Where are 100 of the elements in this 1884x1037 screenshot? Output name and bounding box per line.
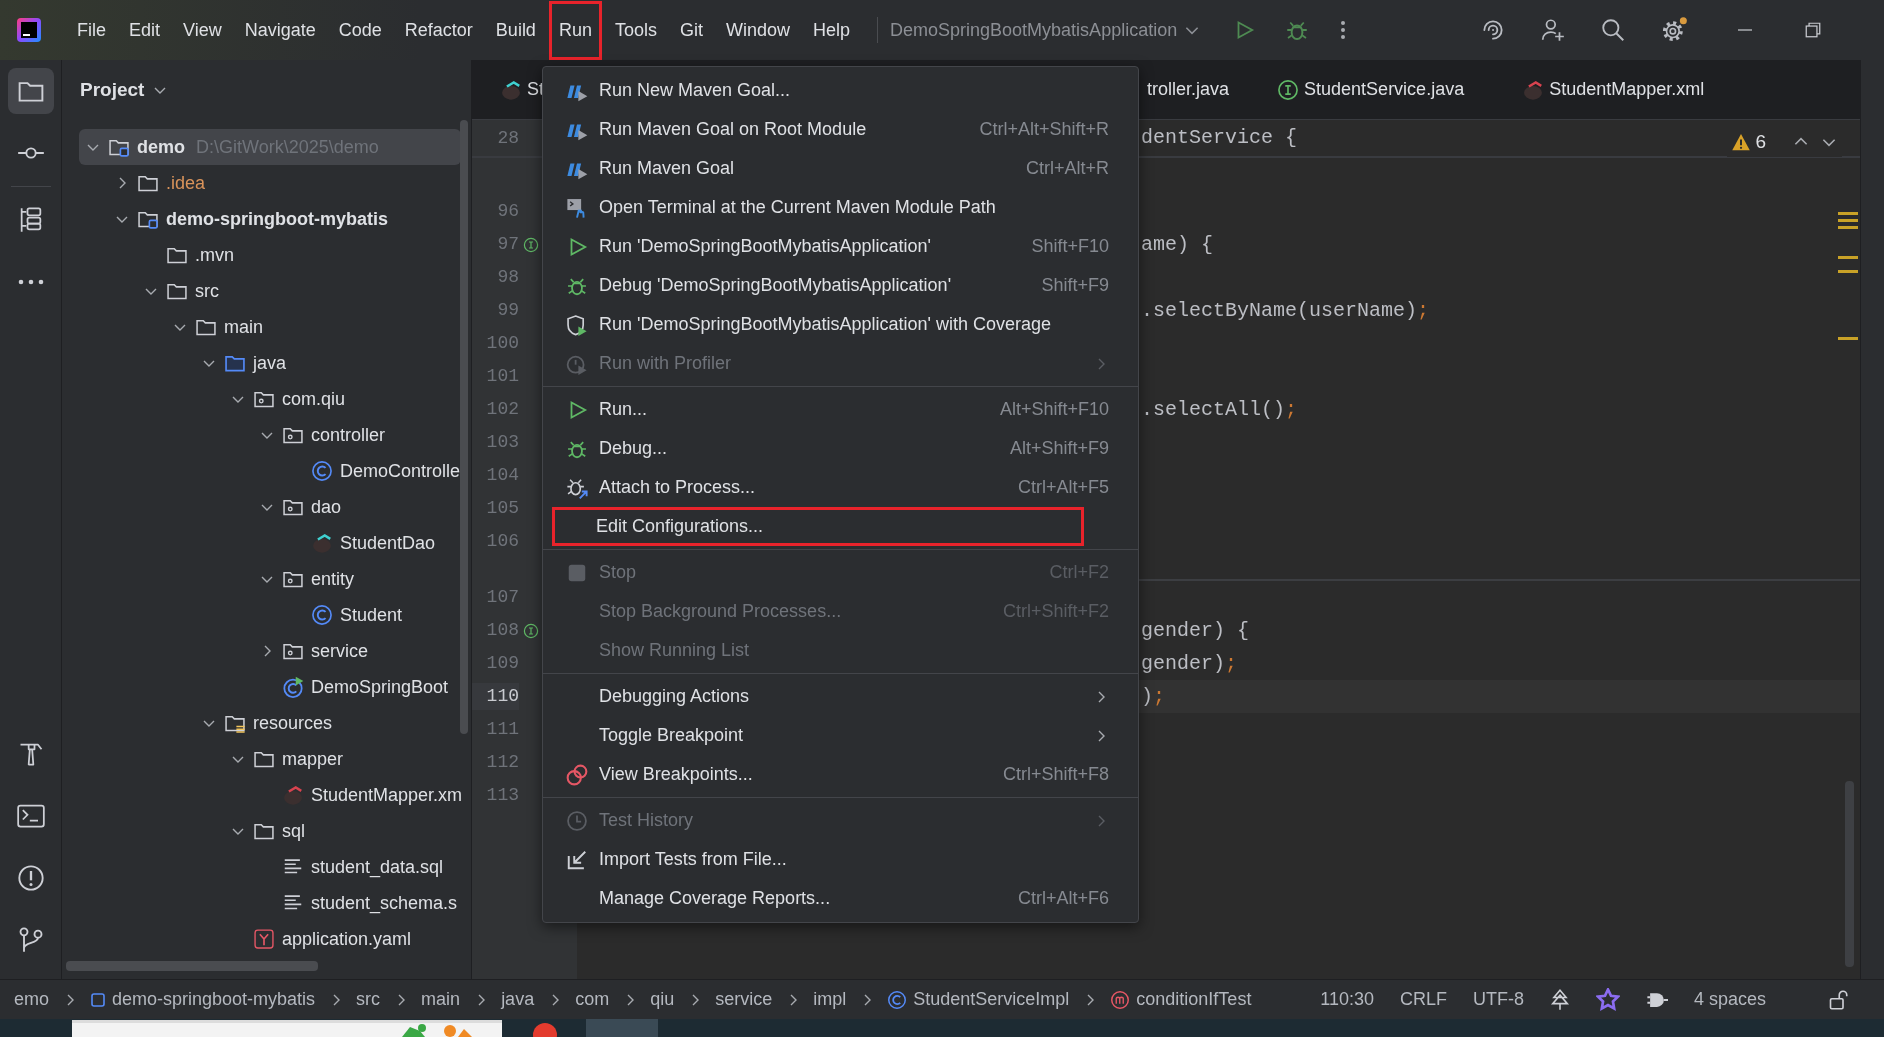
menu-item[interactable]: Navigate bbox=[234, 9, 326, 51]
menu-item[interactable]: Run... Alt+Shift+F10 bbox=[543, 390, 1138, 429]
class-icon bbox=[282, 676, 304, 698]
tree-item[interactable]: StudentDao bbox=[79, 525, 461, 561]
menu-item[interactable]: Toggle Breakpoint bbox=[543, 716, 1138, 755]
cursor-position[interactable]: 110:30 bbox=[1320, 986, 1374, 1013]
indent-selector[interactable]: 4 spaces bbox=[1693, 986, 1766, 1013]
menu-item[interactable]: Import Tests from File... bbox=[543, 840, 1138, 879]
code-line: gender); bbox=[1141, 650, 1238, 677]
editor-tab[interactable]: StudentMapper.xml bbox=[1522, 60, 1705, 119]
menu-item[interactable]: Open Terminal at the Current Maven Module Path bbox=[543, 188, 1138, 227]
run-configuration-selector[interactable]: DemoSpringBootMybatisApplication bbox=[890, 16, 1202, 44]
tree-item[interactable]: sql bbox=[79, 813, 461, 849]
tree-item[interactable]: application.yaml bbox=[79, 921, 461, 957]
tree-item[interactable]: com.qiu bbox=[79, 381, 461, 417]
breadcrumb-item[interactable]: conditionIfTest bbox=[1110, 986, 1252, 1013]
menu-item[interactable]: View bbox=[173, 9, 232, 51]
tree-item[interactable]: DemoControlle bbox=[79, 453, 461, 489]
shortcut-label: Alt+Shift+F9 bbox=[1009, 437, 1109, 460]
tree-item[interactable]: resources bbox=[79, 705, 461, 741]
tree-item[interactable]: demo-springboot-mybatis bbox=[79, 201, 461, 237]
line-number: 110 bbox=[472, 683, 519, 710]
settings-icon bbox=[1660, 16, 1688, 44]
menu-item[interactable]: Tools bbox=[604, 9, 667, 51]
breadcrumb-item[interactable]: StudentServiceImpl bbox=[887, 986, 1070, 1013]
bug-icon bbox=[566, 476, 588, 499]
tree-item[interactable]: controller bbox=[79, 417, 461, 453]
terminal-icon bbox=[16, 804, 45, 828]
breadcrumb-item[interactable]: main bbox=[421, 986, 461, 1013]
menu-item[interactable]: View Breakpoints... Ctrl+Shift+F8 bbox=[543, 755, 1138, 794]
menu-item[interactable]: Run 'DemoSpringBootMybatisApplication' with Coverage bbox=[543, 305, 1138, 344]
menu-item[interactable]: Window bbox=[715, 9, 800, 51]
menu-item[interactable]: File bbox=[67, 9, 116, 51]
breadcrumb-item[interactable]: com bbox=[575, 986, 610, 1013]
tree-item[interactable]: entity bbox=[79, 561, 461, 597]
menu-item[interactable]: Run 'DemoSpringBootMybatisApplication' Shift+F10 bbox=[543, 227, 1138, 266]
class-icon bbox=[311, 460, 333, 482]
tree-item[interactable]: .idea bbox=[79, 165, 461, 201]
breadcrumb-item[interactable]: qiu bbox=[650, 986, 675, 1013]
tree-item[interactable]: student_schema.s bbox=[79, 885, 461, 921]
menu-item[interactable]: Refactor bbox=[394, 9, 483, 51]
search-icon bbox=[1600, 17, 1626, 43]
tree-item[interactable]: dao bbox=[79, 489, 461, 525]
interface-icon bbox=[1277, 78, 1300, 101]
gutter-marker-icon bbox=[523, 236, 539, 253]
editor-tab[interactable]: troller.java bbox=[1147, 60, 1230, 119]
menu-item[interactable]: Manage Coverage Reports... Ctrl+Alt+F6 bbox=[543, 879, 1138, 918]
menu-item[interactable]: Run New Maven Goal... bbox=[543, 71, 1138, 110]
warning-counter[interactable]: 6 bbox=[1731, 128, 1766, 157]
editor-tab[interactable]: StudentService.java bbox=[1277, 60, 1465, 119]
encoding-selector[interactable]: UTF-8 bbox=[1472, 986, 1524, 1013]
tree-item[interactable]: java bbox=[79, 345, 461, 381]
clock-icon bbox=[566, 809, 588, 832]
breadcrumb-item[interactable]: src bbox=[356, 986, 381, 1013]
menu-item[interactable]: Edit bbox=[119, 9, 171, 51]
shortcut-label: Ctrl+Alt+F5 bbox=[1017, 476, 1109, 499]
scrollbar-thumb[interactable] bbox=[66, 961, 318, 971]
menu-item[interactable]: Run bbox=[548, 0, 602, 60]
menu-item[interactable]: Build bbox=[485, 9, 546, 51]
breadcrumb-item[interactable]: service bbox=[715, 986, 773, 1013]
module-icon bbox=[90, 991, 106, 1008]
breadcrumb-item[interactable]: java bbox=[501, 986, 535, 1013]
problems-icon bbox=[16, 864, 45, 892]
line-number: 28 bbox=[496, 126, 519, 150]
line-number: 109 bbox=[485, 652, 519, 675]
line-number: 111 bbox=[485, 718, 519, 741]
tree-item[interactable]: student_data.sql bbox=[79, 849, 461, 885]
line-separator-selector[interactable]: CRLF bbox=[1399, 986, 1447, 1013]
menu-item[interactable]: Run Maven Goal Ctrl+Alt+R bbox=[543, 149, 1138, 188]
tree-item[interactable]: Student bbox=[79, 597, 461, 633]
more-icon bbox=[17, 278, 44, 286]
breadcrumb-item[interactable]: impl bbox=[813, 986, 847, 1013]
lock-icon bbox=[1828, 989, 1848, 1010]
menu-item[interactable]: Edit Configurations... bbox=[552, 507, 1084, 546]
tree-item[interactable]: service bbox=[79, 633, 461, 669]
menu-item[interactable]: Git bbox=[669, 9, 713, 51]
menu-item[interactable]: Help bbox=[803, 9, 861, 51]
tree-item[interactable]: StudentMapper.xm bbox=[79, 777, 461, 813]
star-icon bbox=[1595, 987, 1620, 1012]
warning-icon bbox=[1731, 132, 1752, 153]
menu-item[interactable]: Attach to Process... Ctrl+Alt+F5 bbox=[543, 468, 1138, 507]
menu-item[interactable]: Run Maven Goal on Root Module Ctrl+Alt+Shift+R bbox=[543, 110, 1138, 149]
tree-item[interactable]: .mvn bbox=[79, 237, 461, 273]
code-line: .selectAll(); bbox=[1141, 396, 1298, 423]
menu-item[interactable]: Debug... Alt+Shift+F9 bbox=[543, 429, 1138, 468]
line-number: 112 bbox=[485, 751, 519, 774]
breadcrumb-item[interactable]: demo-springboot-mybatis bbox=[90, 986, 316, 1013]
tree-item[interactable]: main bbox=[79, 309, 461, 345]
line-number: 105 bbox=[485, 497, 519, 520]
shortcut-label: Alt+Shift+F10 bbox=[999, 398, 1109, 421]
menu-item[interactable]: Code bbox=[328, 9, 392, 51]
tree-item[interactable]: DemoSpringBoot bbox=[79, 669, 461, 705]
menu-item[interactable]: Debug 'DemoSpringBootMybatisApplication' Shift+F9 bbox=[543, 266, 1138, 305]
menu-item[interactable]: Debugging Actions bbox=[543, 677, 1138, 716]
shortcut-label: Shift+F9 bbox=[1041, 274, 1109, 297]
tree-item[interactable]: src bbox=[79, 273, 461, 309]
scrollbar-thumb[interactable] bbox=[1845, 781, 1854, 967]
tree-item[interactable]: mapper bbox=[79, 741, 461, 777]
scrollbar-thumb[interactable] bbox=[460, 120, 468, 734]
breadcrumb-item[interactable]: emo bbox=[14, 986, 49, 1013]
